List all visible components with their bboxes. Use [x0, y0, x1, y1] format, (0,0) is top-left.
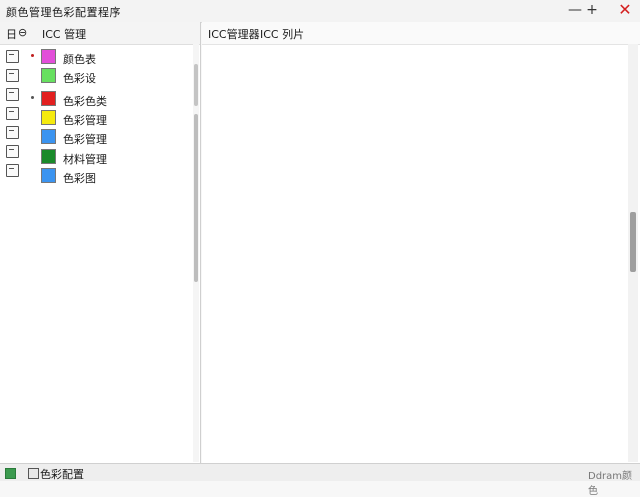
- left-panel-header: 日 ⊖ ICC 管理: [0, 22, 200, 45]
- list-item-label: 色彩管理: [63, 114, 107, 127]
- header-view-icon[interactable]: ⊖: [18, 26, 27, 39]
- left-scrollbar-thumb-upper[interactable]: [194, 64, 198, 106]
- status-right-text: Ddram颜色: [588, 471, 633, 497]
- list-item[interactable]: 色彩管理: [0, 128, 192, 147]
- color-swatch: [41, 149, 56, 164]
- list-item[interactable]: 色彩设: [0, 67, 192, 86]
- active-dot: [31, 54, 34, 57]
- maximize-button[interactable]: +: [577, 0, 607, 22]
- tab-icc-list[interactable]: ICC 列片: [260, 26, 304, 42]
- status-info-icon: [28, 468, 39, 479]
- right-panel-header: ICC管理器 ICC 列片: [202, 22, 640, 45]
- left-panel: 日 ⊖ ICC 管理 颜色表 色彩设 色彩色类 色彩管理 色彩管理 材料管理 色…: [0, 22, 201, 463]
- header-grid-icon[interactable]: 日: [6, 26, 17, 42]
- title-bar: 颜色管理色彩配置程序 — + ✕: [0, 0, 640, 23]
- list-item[interactable]: 色彩色类: [0, 90, 192, 109]
- color-swatch: [41, 91, 56, 106]
- right-panel: ICC管理器 ICC 列片: [202, 22, 640, 463]
- color-swatch: [41, 110, 56, 125]
- color-swatch: [41, 168, 56, 183]
- list-item[interactable]: 色彩管理: [0, 109, 192, 128]
- list-item-label: 材料管理: [63, 153, 107, 166]
- tab-icc-manager[interactable]: ICC管理器: [208, 26, 260, 42]
- close-button[interactable]: ✕: [610, 0, 640, 22]
- left-scrollbar[interactable]: [193, 44, 199, 462]
- list-item-label: 色彩色类: [63, 95, 107, 108]
- window-title: 颜色管理色彩配置程序: [6, 6, 121, 19]
- left-panel-title: ICC 管理: [42, 28, 87, 41]
- color-swatch: [41, 129, 56, 144]
- list-item-label: 色彩管理: [63, 133, 107, 146]
- active-dot: [31, 96, 34, 99]
- list-item[interactable]: 色彩图: [0, 167, 192, 186]
- color-swatch: [41, 49, 56, 64]
- list-item[interactable]: 材料管理: [0, 148, 192, 167]
- right-scrollbar-thumb[interactable]: [630, 212, 636, 272]
- status-app-icon: [5, 468, 16, 479]
- left-scrollbar-thumb[interactable]: [194, 114, 198, 282]
- list-item-label: 色彩图: [63, 172, 96, 185]
- color-swatch: [41, 68, 56, 83]
- status-bar: 色彩配置 Ddram颜色: [0, 463, 640, 497]
- list-item-label: 颜色表: [63, 53, 96, 66]
- right-scrollbar[interactable]: [628, 44, 638, 462]
- list-item-label: 色彩设: [63, 72, 96, 85]
- list-item[interactable]: 颜色表: [0, 48, 192, 67]
